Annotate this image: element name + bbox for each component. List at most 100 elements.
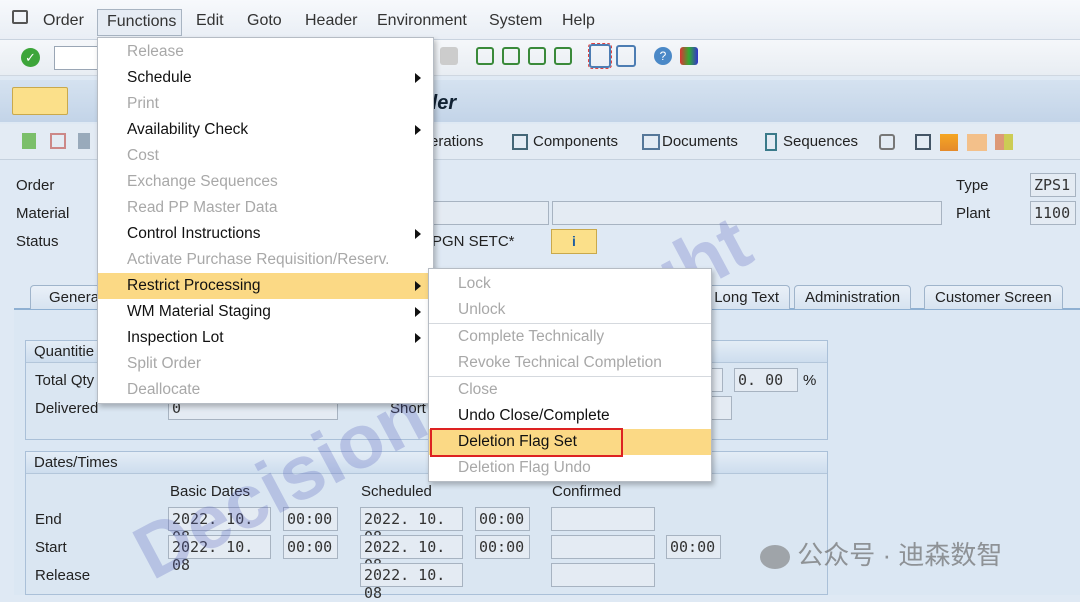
components-icon xyxy=(512,134,528,150)
menu-functions[interactable]: Functions xyxy=(97,9,182,36)
menu-item-label: Lock xyxy=(458,275,491,292)
menu-item-label: Restrict Processing xyxy=(127,277,261,294)
confirmed-header: Confirmed xyxy=(552,483,622,500)
material-number-field[interactable] xyxy=(430,201,549,225)
status-label: Status xyxy=(16,233,59,250)
submenu-arrow-icon xyxy=(415,229,421,239)
menu-item-label: Print xyxy=(127,95,159,112)
material-description-field[interactable] xyxy=(552,201,942,225)
menu-item-label: Inspection Lot xyxy=(127,329,224,346)
end-basic-date[interactable]: 2022. 10. 08 xyxy=(168,507,271,546)
object-services-button[interactable] xyxy=(12,87,68,115)
menu-item-label: Deletion Flag Set xyxy=(458,433,577,450)
submenu-arrow-icon xyxy=(415,281,421,291)
menu-item-revoke-technical-completion: Revoke Technical Completion xyxy=(429,350,711,376)
type-field: ZPS1 xyxy=(1030,173,1076,197)
menu-item-read-pp-master-data: Read PP Master Data xyxy=(98,195,433,221)
end-scheduled-time: 00:00 xyxy=(475,507,530,531)
status-value: PGN SETC* xyxy=(432,233,515,250)
calculator-icon[interactable] xyxy=(78,133,90,149)
menu-item-deletion-flag-set[interactable]: Deletion Flag Set xyxy=(429,429,711,455)
menu-item-label: Control Instructions xyxy=(127,225,261,242)
status-info-button[interactable]: i xyxy=(551,229,597,254)
material-label: Material xyxy=(16,205,70,222)
scheduled-header: Scheduled xyxy=(361,483,432,500)
type-label: Type xyxy=(956,177,989,194)
menu-item-lock: Lock xyxy=(429,271,711,297)
restrict-processing-submenu: Lock Unlock Complete Technically Revoke Tec… xyxy=(428,268,712,482)
submenu-arrow-icon xyxy=(415,125,421,135)
menu-order[interactable]: Order xyxy=(43,12,84,30)
documents-icon xyxy=(642,134,660,150)
enter-check-icon[interactable]: ✓ xyxy=(21,48,40,67)
shortcut-icon[interactable] xyxy=(616,45,636,67)
menu-item-close: Close xyxy=(429,377,711,403)
plant-label: Plant xyxy=(956,205,991,222)
system-menu-icon[interactable] xyxy=(12,10,28,24)
start-basic-time[interactable]: 00:00 xyxy=(283,535,338,559)
submenu-arrow-icon xyxy=(415,307,421,317)
end-label: End xyxy=(35,511,62,528)
menu-item-label: Read PP Master Data xyxy=(127,199,278,216)
flag-icon[interactable] xyxy=(22,133,36,149)
menu-item-label: Schedule xyxy=(127,69,192,86)
end-basic-time[interactable]: 00:00 xyxy=(283,507,338,531)
customize-layout-icon[interactable] xyxy=(680,47,698,65)
menu-goto[interactable]: Goto xyxy=(247,12,282,30)
menu-system[interactable]: System xyxy=(489,12,542,30)
menu-item-unlock: Unlock xyxy=(429,297,711,323)
documents-button[interactable]: Documents xyxy=(662,133,738,150)
start-label: Start xyxy=(35,539,67,556)
next-page-icon[interactable] xyxy=(528,47,546,65)
menu-item-schedule[interactable]: Schedule xyxy=(98,65,433,91)
grid-icon[interactable] xyxy=(995,134,1013,150)
submenu-arrow-icon xyxy=(415,333,421,343)
release-scheduled-date: 2022. 10. 08 xyxy=(360,563,463,602)
previous-page-icon[interactable] xyxy=(502,47,520,65)
menu-environment[interactable]: Environment xyxy=(377,12,467,30)
menu-item-print: Print xyxy=(98,91,433,117)
menu-header[interactable]: Header xyxy=(305,12,357,30)
menu-edit[interactable]: Edit xyxy=(196,12,224,30)
end-scheduled-date: 2022. 10. 08 xyxy=(360,507,463,546)
table-icon[interactable] xyxy=(915,134,931,150)
release-label: Release xyxy=(35,567,91,584)
document-icon[interactable] xyxy=(50,133,66,149)
menu-item-label: Availability Check xyxy=(127,121,249,138)
menu-help[interactable]: Help xyxy=(562,12,595,30)
start-scheduled-time: 00:00 xyxy=(475,535,530,559)
help-icon[interactable]: ? xyxy=(654,47,672,65)
percentage-field: 0. 00 xyxy=(734,368,798,392)
distribute-icon[interactable] xyxy=(967,134,987,151)
operations-button[interactable]: erations xyxy=(430,133,483,150)
menu-item-control-instructions[interactable]: Control Instructions xyxy=(98,221,433,247)
menu-item-availability-check[interactable]: Availability Check xyxy=(98,117,433,143)
start-basic-date[interactable]: 2022. 10. 08 xyxy=(168,535,271,574)
menu-item-undo-close-complete[interactable]: Undo Close/Complete xyxy=(429,403,711,429)
menu-item-label: WM Material Staging xyxy=(127,303,271,320)
menu-item-restrict-processing[interactable]: Restrict Processing xyxy=(98,273,433,299)
menu-item-label: Split Order xyxy=(127,355,202,372)
menu-item-label: Cost xyxy=(127,147,159,164)
menu-bar: Order Functions Edit Goto Header Environ… xyxy=(0,0,1080,40)
menu-item-label: Release xyxy=(127,43,184,60)
last-page-icon[interactable] xyxy=(554,47,572,65)
new-session-icon[interactable] xyxy=(588,43,612,69)
tab-customer-screen[interactable]: Customer Screen xyxy=(924,285,1063,309)
components-button[interactable]: Components xyxy=(533,133,618,150)
menu-item-label: Close xyxy=(458,381,498,398)
menu-item-label: Undo Close/Complete xyxy=(458,407,610,424)
find-icon[interactable] xyxy=(440,47,458,65)
first-page-icon[interactable] xyxy=(476,47,494,65)
hierarchy-icon[interactable] xyxy=(940,134,958,151)
menu-item-activate-purchase-requisition-reserv: Activate Purchase Requisition/Reserv. xyxy=(98,247,433,273)
sequences-button[interactable]: Sequences xyxy=(783,133,858,150)
menu-item-label: Revoke Technical Completion xyxy=(458,354,662,371)
menu-item-wm-material-staging[interactable]: WM Material Staging xyxy=(98,299,433,325)
start-scheduled-date: 2022. 10. 08 xyxy=(360,535,463,574)
menu-item-inspection-lot[interactable]: Inspection Lot xyxy=(98,325,433,351)
material-cube-icon[interactable] xyxy=(879,134,895,150)
tab-administration[interactable]: Administration xyxy=(794,285,912,309)
menu-item-label: Activate Purchase Requisition/Reserv. xyxy=(127,251,390,268)
percent-unit: % xyxy=(803,372,817,389)
